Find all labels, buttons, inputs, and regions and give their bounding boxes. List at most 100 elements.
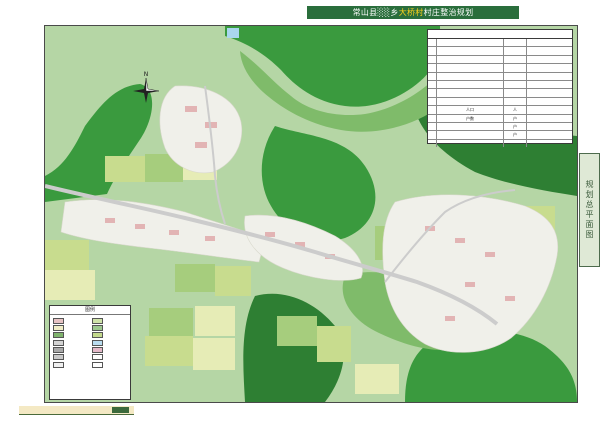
legend-swatch [53, 317, 64, 324]
stats-table-cell [437, 72, 504, 80]
field-plot [277, 316, 317, 346]
pond [227, 28, 239, 38]
plan-sheet: 常山县░░乡大桥村村庄整治规划 N 人口 人 户数 户 户 户 图例 规划总平面… [0, 0, 600, 423]
stats-table-cell: 户 [504, 114, 527, 122]
stats-table-cell [437, 89, 504, 97]
field-plot [355, 364, 399, 394]
legend-swatch [91, 354, 103, 361]
stats-table-cell [527, 89, 572, 96]
stats-table-cell [428, 139, 437, 148]
stats-table-row: 户数户 [428, 114, 572, 123]
legend-item [91, 347, 128, 354]
stats-table-cell [428, 39, 437, 47]
stats-table-cell: 户 [504, 131, 527, 139]
legend-item [53, 324, 89, 331]
field-plot [105, 156, 145, 182]
legend-item [91, 317, 128, 324]
legend-item [53, 317, 89, 324]
stats-table-cell [428, 122, 437, 131]
stats-table-cell [437, 97, 504, 106]
field-plot [45, 240, 89, 270]
stats-table-cell [527, 140, 572, 147]
stats-table-cell [437, 55, 504, 64]
field-plot [317, 326, 351, 362]
legend-swatch [91, 332, 103, 339]
stats-table-row [428, 64, 572, 73]
stats-table-body: 人口人户数户户户 [428, 47, 572, 148]
legend-item [53, 339, 89, 346]
field-plot [175, 264, 215, 292]
stats-table-cell [437, 47, 504, 55]
legend-swatch [91, 347, 103, 354]
legend-grid [50, 315, 130, 370]
stats-table-row: 户 [428, 122, 572, 132]
stats-table-cell [527, 64, 572, 71]
legend-swatch [53, 354, 64, 361]
stats-table-cell [527, 98, 572, 105]
stats-table-cell [527, 56, 572, 63]
stats-table-cell [504, 72, 527, 80]
stats-table-cell [437, 131, 504, 139]
legend-item [91, 361, 128, 368]
field-plot [215, 266, 251, 296]
stats-table-caption [428, 30, 572, 39]
stats-table-cell [527, 115, 572, 122]
legend-swatch [53, 339, 64, 346]
stats-table-header [504, 39, 527, 47]
map-legend: 图例 [49, 305, 131, 400]
legend-item [53, 354, 89, 361]
stats-table-cell [527, 123, 572, 130]
stats-table-row [428, 89, 572, 98]
legend-item [91, 324, 128, 331]
stats-table-cell [428, 97, 437, 106]
stats-table-cell [504, 55, 527, 64]
field-plot [195, 306, 235, 336]
drawing-name-tab: 规划总平面图 [579, 153, 600, 267]
stats-table-cell [527, 106, 572, 113]
legend-swatch [91, 361, 103, 368]
stats-table-cell [428, 114, 437, 122]
stats-table-cell [428, 72, 437, 80]
stats-table-row [428, 139, 572, 148]
stats-table-header [527, 39, 572, 46]
stats-table-cell [527, 131, 572, 138]
stats-table-cell [437, 122, 504, 131]
legend-swatch [53, 347, 64, 354]
stats-table-row [428, 80, 572, 90]
stats-table-cell [504, 64, 527, 72]
stats-table-cell [504, 139, 527, 148]
stats-table-cell [437, 64, 504, 72]
stats-table-cell: 人口 [437, 106, 504, 114]
stats-table-cell [428, 47, 437, 55]
legend-item [53, 347, 89, 354]
stats-table-header-row [428, 39, 572, 48]
stats-table-cell [504, 97, 527, 106]
stats-table-row: 户 [428, 131, 572, 140]
stats-table-cell [504, 89, 527, 97]
legend-item [91, 339, 128, 346]
legend-item [53, 361, 89, 368]
field-plot [193, 338, 235, 370]
stats-table-cell [428, 131, 437, 139]
legend-item [91, 354, 128, 361]
stats-table-cell: 人 [504, 106, 527, 114]
stats-table-cell [437, 80, 504, 89]
stats-table-cell [428, 106, 437, 114]
footer-tag [112, 407, 129, 413]
legend-item [91, 332, 128, 339]
legend-swatch [53, 332, 64, 339]
stats-table-cell [504, 80, 527, 89]
stats-table-row: 人口人 [428, 106, 572, 115]
sheet-title: 常山县░░乡大桥村村庄整治规划 [307, 6, 519, 19]
legend-swatch [91, 317, 103, 324]
stats-table-cell [527, 47, 572, 54]
stats-table-cell [527, 81, 572, 88]
stats-table-row [428, 97, 572, 107]
stats-table-row [428, 72, 572, 81]
stats-table-cell [428, 55, 437, 64]
stats-table-row [428, 47, 572, 56]
stats-table-cell [504, 47, 527, 55]
field-plot [145, 336, 193, 366]
stats-table-cell [428, 64, 437, 72]
legend-title: 图例 [50, 306, 130, 315]
